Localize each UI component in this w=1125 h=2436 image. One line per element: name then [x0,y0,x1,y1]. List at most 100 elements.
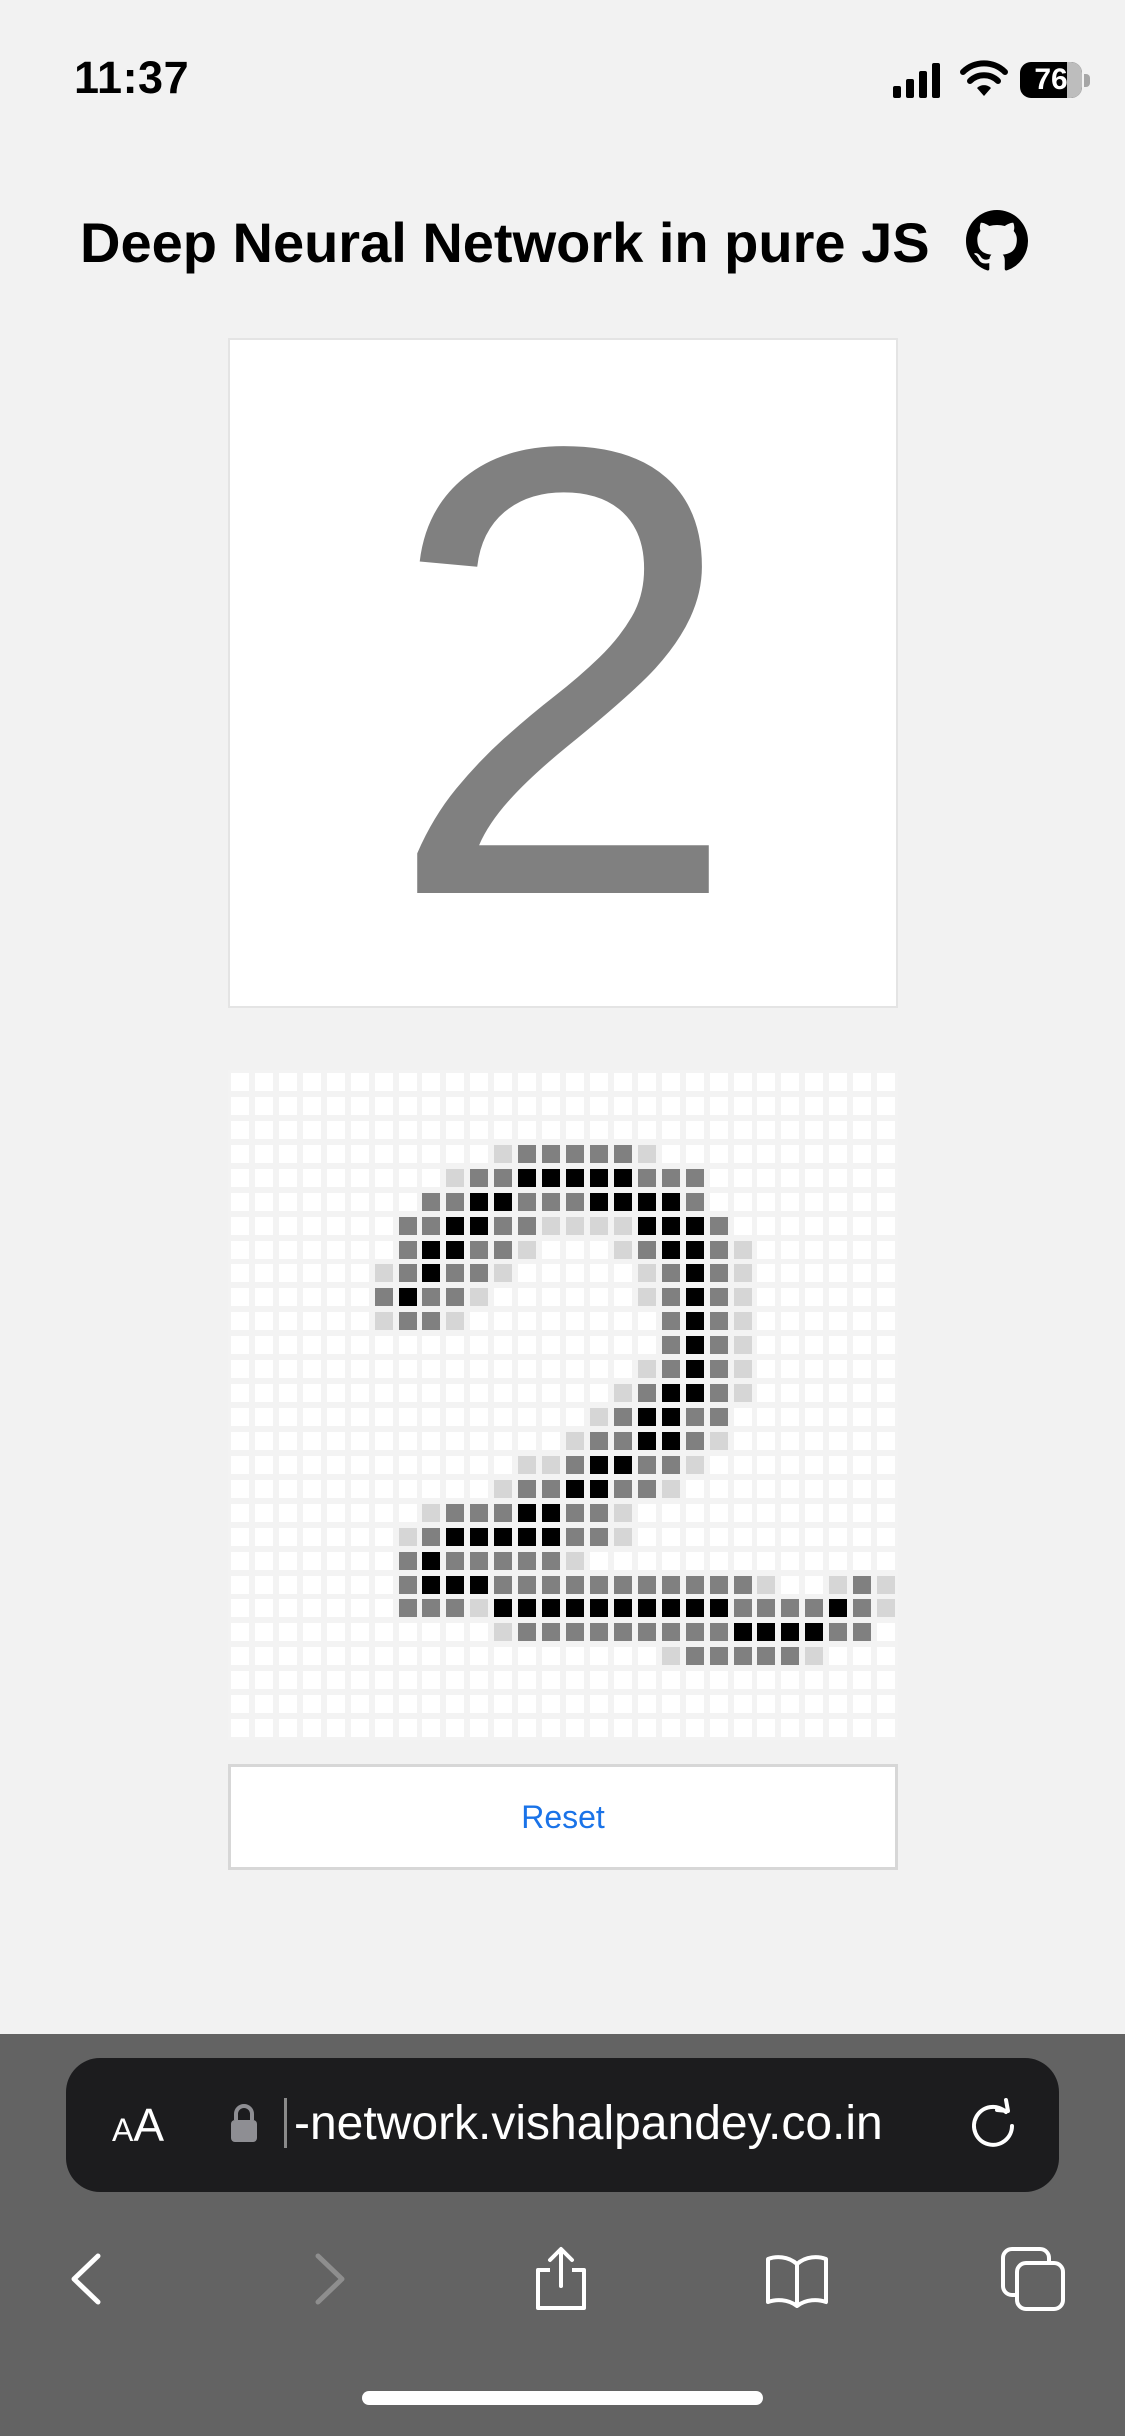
grid-cell[interactable] [542,1479,561,1498]
grid-cell[interactable] [231,1551,249,1570]
grid-cell[interactable] [446,1479,465,1498]
grid-cell[interactable] [613,1288,632,1307]
grid-cell[interactable] [518,1431,537,1450]
grid-cell[interactable] [470,1479,489,1498]
grid-cell[interactable] [326,1192,345,1211]
grid-cell[interactable] [374,1192,393,1211]
grid-cell[interactable] [877,1144,896,1163]
grid-cell[interactable] [566,1599,584,1618]
grid-cell[interactable] [566,1216,584,1235]
grid-cell[interactable] [518,1192,537,1211]
grid-cell[interactable] [350,1408,369,1426]
grid-cell[interactable] [446,1431,465,1450]
grid-cell[interactable] [518,1719,537,1738]
grid-cell[interactable] [757,1144,776,1163]
grid-cell[interactable] [829,1336,848,1355]
grid-cell[interactable] [254,1120,273,1139]
grid-cell[interactable] [805,1096,824,1115]
grid-cell[interactable] [829,1479,848,1498]
grid-cell[interactable] [254,1312,273,1331]
grid-cell[interactable] [422,1671,441,1690]
grid-cell[interactable] [374,1312,393,1331]
grid-cell[interactable] [637,1408,656,1426]
grid-cell[interactable] [853,1264,872,1283]
grid-cell[interactable] [326,1264,345,1283]
grid-cell[interactable] [374,1719,393,1738]
grid-cell[interactable] [326,1527,345,1546]
grid-cell[interactable] [685,1695,704,1714]
grid-cell[interactable] [350,1360,369,1379]
grid-cell[interactable] [566,1695,584,1714]
grid-cell[interactable] [805,1384,824,1403]
grid-cell[interactable] [446,1503,465,1522]
grid-cell[interactable] [470,1360,489,1379]
grid-cell[interactable] [757,1455,776,1474]
grid-cell[interactable] [254,1144,273,1163]
tabs-icon[interactable] [1000,2246,1066,2312]
grid-cell[interactable] [302,1455,321,1474]
grid-cell[interactable] [422,1599,441,1618]
grid-cell[interactable] [518,1623,537,1642]
grid-cell[interactable] [278,1408,297,1426]
grid-cell[interactable] [231,1431,249,1450]
grid-cell[interactable] [374,1527,393,1546]
grid-cell[interactable] [805,1073,824,1091]
grid-cell[interactable] [781,1168,800,1187]
grid-cell[interactable] [518,1240,537,1259]
grid-cell[interactable] [709,1144,728,1163]
grid-cell[interactable] [494,1168,513,1187]
grid-cell[interactable] [302,1192,321,1211]
grid-cell[interactable] [685,1384,704,1403]
grid-cell[interactable] [470,1431,489,1450]
grid-cell[interactable] [589,1240,608,1259]
grid-cell[interactable] [231,1240,249,1259]
grid-cell[interactable] [781,1360,800,1379]
grid-cell[interactable] [589,1647,608,1666]
grid-cell[interactable] [374,1264,393,1283]
grid-cell[interactable] [805,1408,824,1426]
grid-cell[interactable] [254,1671,273,1690]
grid-cell[interactable] [637,1312,656,1331]
grid-cell[interactable] [494,1503,513,1522]
grid-cell[interactable] [446,1719,465,1738]
grid-cell[interactable] [542,1120,561,1139]
grid-cell[interactable] [685,1168,704,1187]
grid-cell[interactable] [805,1431,824,1450]
grid-cell[interactable] [877,1455,896,1474]
grid-cell[interactable] [613,1240,632,1259]
grid-cell[interactable] [446,1647,465,1666]
grid-cell[interactable] [781,1479,800,1498]
grid-cell[interactable] [805,1647,824,1666]
grid-cell[interactable] [733,1695,752,1714]
grid-cell[interactable] [637,1288,656,1307]
grid-cell[interactable] [254,1360,273,1379]
grid-cell[interactable] [829,1384,848,1403]
grid-cell[interactable] [302,1336,321,1355]
grid-cell[interactable] [326,1096,345,1115]
grid-cell[interactable] [733,1479,752,1498]
grid-cell[interactable] [685,1144,704,1163]
grid-cell[interactable] [685,1527,704,1546]
grid-cell[interactable] [374,1360,393,1379]
grid-cell[interactable] [302,1503,321,1522]
grid-cell[interactable] [350,1599,369,1618]
grid-cell[interactable] [398,1216,417,1235]
grid-cell[interactable] [470,1336,489,1355]
grid-cell[interactable] [637,1503,656,1522]
grid-cell[interactable] [422,1455,441,1474]
grid-cell[interactable] [518,1479,537,1498]
grid-cell[interactable] [302,1623,321,1642]
grid-cell[interactable] [254,1168,273,1187]
grid-cell[interactable] [494,1479,513,1498]
grid-cell[interactable] [518,1599,537,1618]
grid-cell[interactable] [853,1479,872,1498]
grid-cell[interactable] [781,1647,800,1666]
grid-cell[interactable] [733,1096,752,1115]
grid-cell[interactable] [326,1695,345,1714]
grid-cell[interactable] [781,1384,800,1403]
grid-cell[interactable] [757,1647,776,1666]
grid-cell[interactable] [781,1671,800,1690]
grid-cell[interactable] [805,1599,824,1618]
grid-cell[interactable] [446,1695,465,1714]
grid-cell[interactable] [350,1312,369,1331]
